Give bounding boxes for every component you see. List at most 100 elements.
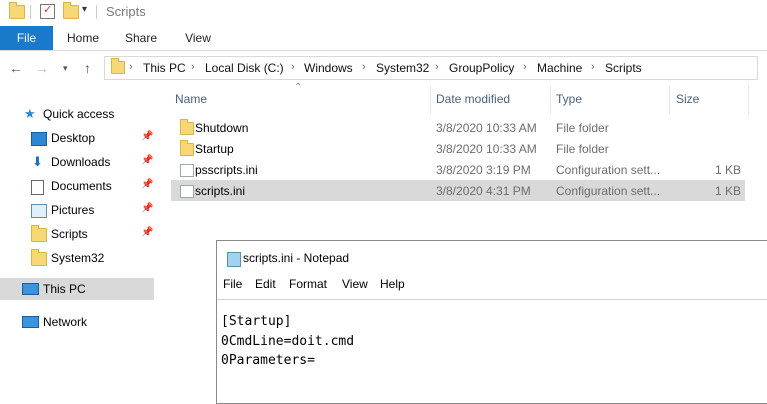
download-icon: ⬇ <box>32 154 43 169</box>
menu-format[interactable]: Format <box>289 277 327 291</box>
file-date: 3/8/2020 3:19 PM <box>436 163 531 177</box>
network-icon <box>22 316 39 328</box>
nav-label: Documents <box>51 179 112 193</box>
notepad-title: scripts.ini - Notepad <box>243 251 350 265</box>
folder-icon <box>31 225 47 242</box>
recent-locations-chevron-icon[interactable]: ▾ <box>63 63 68 74</box>
column-divider[interactable] <box>669 86 670 114</box>
nav-item-scripts[interactable]: Scripts 📌 <box>0 223 154 245</box>
chevron-right-icon: › <box>191 61 195 73</box>
breadcrumb-machine[interactable]: Machine <box>537 61 582 75</box>
menu-edit[interactable]: Edit <box>255 277 276 291</box>
notepad-text-area[interactable]: [Startup] 0CmdLine=doit.cmd 0Parameters= <box>217 299 767 404</box>
nav-label: Desktop <box>51 131 96 145</box>
nav-label: Pictures <box>51 203 95 217</box>
nav-item-downloads[interactable]: ⬇ Downloads 📌 <box>0 151 154 173</box>
pictures-icon <box>31 204 47 218</box>
tab-file[interactable]: File <box>0 26 53 50</box>
column-header-name[interactable]: Name <box>175 92 207 106</box>
chevron-right-icon: › <box>291 61 295 73</box>
column-divider[interactable] <box>550 86 551 114</box>
notepad-window: scripts.ini - Notepad File Edit Format V… <box>216 240 767 404</box>
menu-file[interactable]: File <box>223 277 242 291</box>
customize-toolbar-icon[interactable]: ▾ <box>82 4 87 15</box>
up-arrow-icon[interactable]: ↑ <box>84 60 91 76</box>
tab-home[interactable]: Home <box>60 26 106 50</box>
breadcrumb-windows[interactable]: Windows <box>304 61 353 75</box>
chevron-right-icon: › <box>435 61 439 73</box>
file-type: Configuration sett... <box>556 184 661 198</box>
nav-quick-access[interactable]: ★ Quick access <box>0 103 154 125</box>
column-header-type[interactable]: Type <box>556 92 582 106</box>
chevron-right-icon: › <box>591 61 595 73</box>
document-icon <box>31 180 44 195</box>
column-header-date[interactable]: Date modified <box>436 92 510 106</box>
breadcrumb-grouppolicy[interactable]: GroupPolicy <box>449 61 514 75</box>
column-header-size[interactable]: Size <box>676 92 699 106</box>
nav-label: System32 <box>51 251 105 265</box>
nav-label: Network <box>43 315 88 329</box>
address-bar[interactable]: › This PC › Local Disk (C:) › Windows › … <box>104 56 758 80</box>
nav-item-system32[interactable]: System32 <box>0 247 154 269</box>
pin-icon[interactable]: 📌 <box>141 179 153 190</box>
new-folder-icon[interactable] <box>63 2 79 19</box>
nav-item-documents[interactable]: Documents 📌 <box>0 175 154 197</box>
file-size: 1 KB <box>714 163 741 177</box>
config-file-icon <box>180 164 194 177</box>
nav-label: This PC <box>43 282 86 296</box>
menu-help[interactable]: Help <box>380 277 405 291</box>
folder-icon <box>31 249 47 266</box>
file-name: Shutdown <box>195 121 249 135</box>
folder-icon <box>180 119 194 135</box>
properties-icon[interactable]: ✓ <box>40 4 55 19</box>
config-file-icon <box>180 185 194 198</box>
pin-icon[interactable]: 📌 <box>141 227 153 238</box>
sort-ascending-icon: ⌃ <box>294 82 303 93</box>
nav-network[interactable]: Network <box>0 311 154 333</box>
nav-label: Quick access <box>43 107 115 121</box>
nav-this-pc[interactable]: This PC <box>0 278 154 300</box>
file-row-selected[interactable]: scripts.ini 3/8/2020 4:31 PM Configurati… <box>171 180 745 201</box>
nav-item-pictures[interactable]: Pictures 📌 <box>0 199 154 221</box>
tab-share[interactable]: Share <box>118 26 164 50</box>
desktop-icon <box>31 132 47 146</box>
text-line: [Startup] <box>221 314 292 329</box>
menu-view[interactable]: View <box>342 277 368 291</box>
file-date: 3/8/2020 4:31 PM <box>436 184 531 198</box>
file-date: 3/8/2020 10:33 AM <box>436 121 537 135</box>
file-type: File folder <box>556 121 609 135</box>
breadcrumb-system32[interactable]: System32 <box>376 61 429 75</box>
breadcrumb-scripts[interactable]: Scripts <box>605 61 642 75</box>
file-row[interactable]: Shutdown 3/8/2020 10:33 AM File folder <box>171 117 745 138</box>
text-line: 0CmdLine=doit.cmd <box>221 334 355 349</box>
tab-view[interactable]: View <box>176 26 220 50</box>
back-arrow-icon[interactable]: ← <box>9 60 23 76</box>
computer-icon <box>22 283 39 295</box>
column-divider[interactable] <box>748 86 749 114</box>
address-row: ← → ▾ ↑ › This PC › Local Disk (C:) › Wi… <box>0 53 767 83</box>
text-line: 0Parameters= <box>221 353 315 368</box>
file-row[interactable]: Startup 3/8/2020 10:33 AM File folder <box>171 138 745 159</box>
notepad-icon <box>227 252 241 267</box>
pin-icon[interactable]: 📌 <box>141 131 153 142</box>
file-row[interactable]: psscripts.ini 3/8/2020 3:19 PM Configura… <box>171 159 745 180</box>
chevron-right-icon: › <box>523 61 527 73</box>
breadcrumb-this-pc[interactable]: This PC <box>143 61 186 75</box>
folder-icon <box>9 2 25 19</box>
column-divider[interactable] <box>430 86 431 114</box>
file-name: Startup <box>195 142 234 156</box>
forward-arrow-icon[interactable]: → <box>35 60 49 76</box>
ribbon-tabs: File Home Share View <box>0 26 767 51</box>
chevron-right-icon: › <box>129 61 133 73</box>
title-bar: ✓ ▾ Scripts <box>0 0 767 24</box>
window-title: Scripts <box>106 4 146 19</box>
nav-label: Downloads <box>51 155 111 169</box>
file-name: psscripts.ini <box>195 163 258 177</box>
pin-icon[interactable]: 📌 <box>141 203 153 214</box>
file-type: Configuration sett... <box>556 163 661 177</box>
star-icon: ★ <box>24 106 36 121</box>
breadcrumb-local-disk[interactable]: Local Disk (C:) <box>205 61 284 75</box>
file-name: scripts.ini <box>195 184 246 198</box>
pin-icon[interactable]: 📌 <box>141 155 153 166</box>
nav-item-desktop[interactable]: Desktop 📌 <box>0 127 154 149</box>
